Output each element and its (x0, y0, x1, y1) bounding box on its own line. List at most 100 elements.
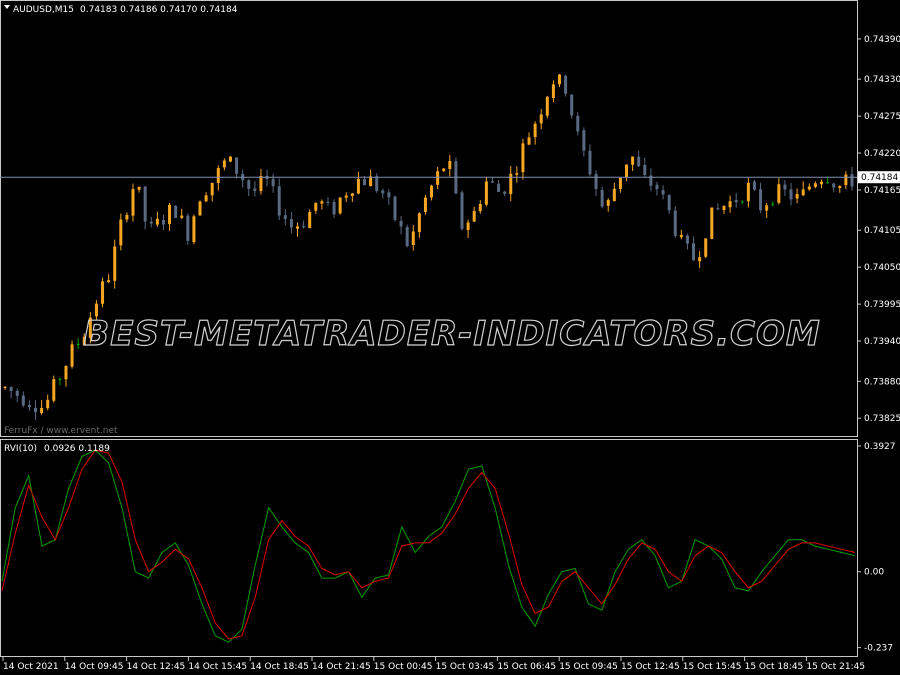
candle-body (600, 190, 604, 207)
candle-body (216, 168, 220, 183)
indicator-credit: FerruFx / www.ervent.net (4, 426, 118, 436)
candle-body (551, 84, 555, 98)
candle-body (722, 206, 726, 211)
candle-body (259, 175, 263, 192)
candle-body (350, 193, 354, 196)
candle-body (606, 199, 610, 206)
candle-body (667, 194, 671, 211)
candle-body (698, 257, 702, 262)
candle-body (155, 218, 159, 225)
rvi-tick-label: 0.3927 (864, 442, 896, 452)
candle-body (692, 243, 696, 261)
candle-body (844, 174, 848, 186)
candle-body (643, 165, 647, 175)
time-tick-label: 14 Oct 2021 (3, 662, 59, 672)
candle-body (369, 176, 373, 187)
candle-body (637, 156, 641, 167)
candle-body (740, 201, 744, 203)
candle-body (430, 185, 434, 198)
candlestick-series (3, 73, 854, 420)
candle-body (289, 219, 293, 228)
candle-body (594, 173, 598, 189)
time-tick-label: 15 Oct 18:45 (745, 662, 804, 672)
candle-body (448, 160, 452, 169)
candle-body (515, 173, 519, 175)
candle-body (783, 184, 787, 190)
candle-body (460, 192, 464, 229)
candle-body (807, 186, 811, 190)
candle-body (704, 238, 708, 257)
candle-body (161, 220, 165, 225)
candle-body (484, 181, 488, 205)
candle-body (661, 190, 665, 195)
candle-body (119, 219, 123, 246)
candle-body (685, 235, 689, 244)
indicator-values: 0.0926 0.1189 (44, 444, 110, 454)
candle-body (180, 215, 184, 218)
candle-body (728, 201, 732, 208)
candle-body (576, 115, 580, 132)
candle-body (405, 227, 409, 247)
indicator-name: RVI(10) (4, 444, 37, 454)
candle-body (314, 202, 318, 211)
candle-body (253, 188, 257, 192)
candle-body (795, 193, 799, 199)
candle-body (789, 189, 793, 200)
time-tick-label: 15 Oct 03:45 (436, 662, 495, 672)
candle-body (296, 226, 300, 229)
candle-body (417, 213, 421, 233)
candle-body (813, 183, 817, 187)
candle-body (344, 195, 348, 198)
candle-body (302, 225, 306, 228)
symbol-timeframe: AUDUSD,M15 (13, 5, 74, 15)
candle-body (70, 344, 74, 367)
candle-body (765, 205, 769, 211)
candle-body (539, 114, 543, 124)
candle-body (375, 176, 379, 192)
candle-body (612, 188, 616, 202)
candle-body (192, 216, 196, 243)
candle-body (679, 234, 683, 238)
rvi-tick-label: -0.237 (864, 644, 893, 654)
rvi-tick-label: 0.00 (864, 568, 884, 578)
time-tick-label: 15 Oct 09:45 (559, 662, 618, 672)
candle-body (381, 190, 385, 194)
time-tick-label: 15 Oct 15:45 (683, 662, 742, 672)
candle-body (557, 74, 561, 85)
candle-body (850, 174, 854, 187)
candle-body (503, 191, 507, 194)
candle-body (588, 150, 592, 175)
candle-body (149, 221, 153, 224)
price-axis: 0.74390 0.74330 0.74275 0.74220 0.74165 0.741… (857, 35, 900, 424)
candle-body (143, 186, 147, 222)
triangle-down-icon[interactable] (4, 5, 10, 9)
candle-body (137, 186, 141, 190)
candle-body (746, 182, 750, 202)
candle-body (527, 137, 531, 145)
candle-body (247, 180, 251, 189)
candle-body (356, 178, 360, 194)
price-tick-label: 0.73995 (864, 300, 900, 310)
candle-body (631, 156, 635, 165)
candle-body (228, 156, 232, 162)
candle-body (716, 208, 720, 210)
time-tick-label: 14 Oct 09:45 (65, 662, 124, 672)
candle-body (582, 130, 586, 151)
metatrader-chart[interactable]: 0.74390 0.74330 0.74275 0.74220 0.74165 0.741… (0, 0, 900, 675)
price-tick-label: 0.73880 (864, 377, 900, 387)
price-tick-label: 0.74220 (864, 149, 900, 159)
candle-body (466, 222, 470, 231)
candle-body (710, 207, 714, 239)
price-tick-label: 0.74330 (864, 75, 900, 85)
candle-body (387, 192, 391, 198)
candle-body (113, 246, 117, 281)
candle-body (168, 204, 172, 225)
candle-body (570, 94, 574, 116)
price-tick-label: 0.73825 (864, 414, 900, 424)
price-tick-label: 0.73940 (864, 337, 900, 347)
candle-body (472, 211, 476, 222)
candle-body (838, 185, 842, 189)
price-tick-label: 0.74050 (864, 263, 900, 273)
candle-body (222, 160, 226, 168)
candle-body (777, 184, 781, 203)
